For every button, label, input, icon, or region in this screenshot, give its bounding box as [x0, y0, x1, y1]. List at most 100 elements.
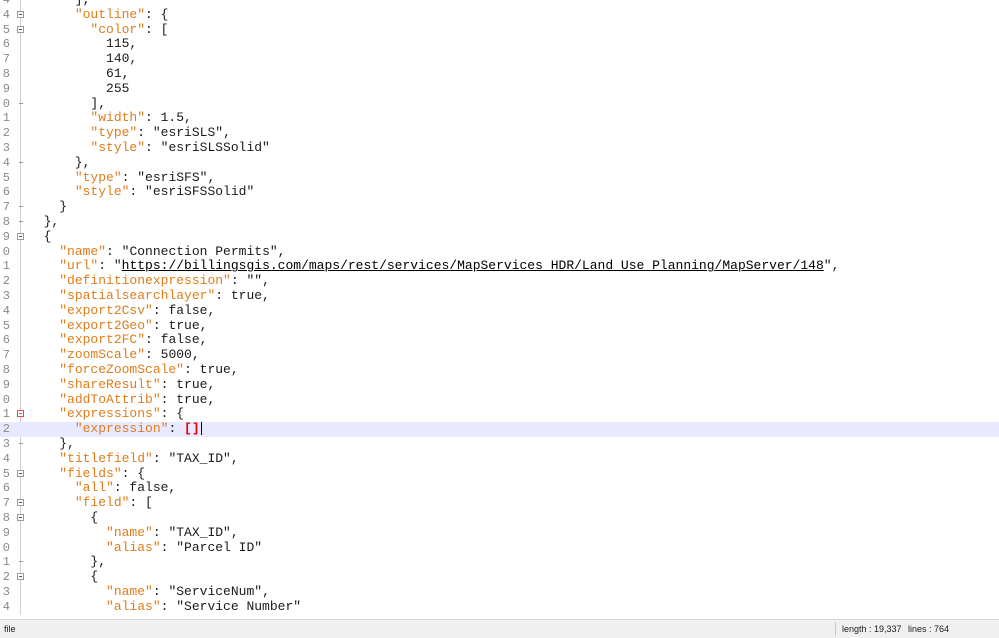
code-punctuation: : { — [160, 406, 185, 422]
text-cursor — [200, 422, 202, 436]
code-line[interactable]: 9 255 — [0, 81, 999, 97]
code-punctuation — [28, 288, 59, 303]
code-line[interactable]: 0 "name": "Connection Permits", — [0, 243, 999, 260]
current-code-line[interactable]: 2 "expression": [] — [0, 421, 999, 437]
code-line[interactable]: 7 "zoomScale": 5000, — [0, 347, 999, 363]
code-punctuation — [28, 406, 59, 421]
code-line[interactable]: 2 { — [0, 569, 999, 585]
line-number: 6 — [2, 481, 10, 496]
code-line[interactable]: 6 "style": "esriSFSSolid" — [0, 184, 999, 200]
code-punctuation: : — [160, 598, 177, 614]
code-line[interactable]: 4 "titlefield": "TAX_ID", — [0, 450, 999, 467]
code-line[interactable]: 8 }, — [0, 214, 999, 230]
fold-end-marker — [19, 102, 23, 104]
code-line[interactable]: 6 "export2FC": false, — [0, 332, 999, 348]
code-line[interactable]: 5 "export2Geo": true, — [0, 318, 999, 334]
json-key: "style" — [90, 140, 146, 155]
code-line[interactable]: 4 "outline": { — [0, 6, 999, 23]
json-string: "Connection Permits" — [121, 243, 278, 259]
code-line[interactable]: 3 "spatialsearchlayer": true, — [0, 288, 999, 304]
fold-toggle-icon[interactable] — [17, 232, 24, 240]
line-number: 0 — [2, 392, 10, 407]
code-line[interactable]: 2 "definitionexpression": "", — [0, 273, 999, 289]
fold-toggle-icon[interactable] — [17, 514, 24, 521]
fold-toggle-icon[interactable] — [17, 499, 24, 507]
code-text: }, — [28, 154, 91, 171]
code-line[interactable]: 4 "alias": "Service Number" — [0, 598, 999, 615]
code-line[interactable]: 1 "expressions": { — [0, 406, 999, 422]
code-line[interactable]: 9 "name": "TAX_ID", — [0, 525, 999, 541]
fold-end-marker — [19, 561, 23, 563]
code-line[interactable]: 9 { — [0, 229, 999, 245]
code-line[interactable]: 4 }, — [0, 154, 999, 171]
json-key: "titlefield" — [59, 450, 153, 466]
code-line[interactable]: 8 { — [0, 510, 999, 526]
code-line[interactable]: 7 140, — [0, 51, 999, 67]
code-line[interactable]: 0 ], — [0, 95, 999, 112]
code-line[interactable]: 0 "alias": "Parcel ID" — [0, 540, 999, 556]
fold-end-marker — [19, 161, 23, 163]
code-editor[interactable]: 4 ],4 "outline": {5 "color": [6 115,7 14… — [0, 0, 999, 615]
fold-toggle-icon[interactable] — [17, 469, 24, 477]
code-line[interactable]: 2 "type": "esriSLS", — [0, 125, 999, 141]
json-key: "type" — [90, 125, 138, 141]
json-key: "addToAttrib" — [59, 391, 161, 407]
fold-toggle-icon[interactable] — [17, 25, 24, 33]
json-string: "esriSFS" — [137, 169, 208, 185]
code-line[interactable]: 3 "name": "ServiceNum", — [0, 584, 999, 600]
code-text: 115, — [28, 36, 137, 52]
fold-toggle-icon[interactable] — [17, 573, 24, 581]
code-punctuation — [28, 599, 106, 614]
line-number: 7 — [2, 52, 10, 67]
code-line[interactable]: 7 "field": [ — [0, 495, 999, 511]
fold-toggle-icon[interactable] — [17, 410, 24, 418]
line-number: 6 — [2, 333, 10, 348]
code-line[interactable]: 3 }, — [0, 436, 999, 452]
code-text: "export2FC": false, — [28, 332, 207, 348]
code-line[interactable]: 1 }, — [0, 554, 999, 570]
code-line[interactable]: 5 "type": "esriSFS", — [0, 169, 999, 186]
code-line[interactable]: 4 "export2Csv": false, — [0, 303, 999, 319]
code-punctuation: : { — [145, 6, 169, 22]
code-line[interactable]: 7 } — [0, 199, 999, 215]
code-line[interactable]: 9 "shareResult": true, — [0, 377, 999, 393]
line-number: 5 — [2, 170, 10, 185]
code-punctuation: , — [262, 584, 270, 599]
code-line[interactable]: 1 "width": 1.5, — [0, 110, 999, 126]
code-punctuation: : [ — [129, 495, 153, 511]
code-punctuation — [28, 421, 75, 436]
code-line[interactable]: 0 "addToAttrib": true, — [0, 391, 999, 408]
code-line[interactable]: 1 "url": "https://billingsgis.com/maps/r… — [0, 258, 999, 274]
json-key: "zoomScale" — [59, 347, 146, 363]
code-line[interactable]: 6 "all": false, — [0, 480, 999, 496]
code-punctuation: }, — [28, 154, 91, 170]
line-number: 1 — [2, 407, 10, 422]
code-text: "expressions": { — [28, 406, 185, 422]
code-punctuation: ], — [28, 95, 107, 111]
json-key: "style" — [74, 184, 130, 200]
code-line[interactable]: 8 61, — [0, 66, 999, 82]
json-key: "width" — [90, 110, 146, 126]
line-number: 0 — [2, 244, 10, 259]
url-link[interactable]: https://billingsgis.com/maps/rest/servic… — [122, 258, 824, 273]
line-number: 1 — [2, 259, 10, 274]
json-string: "ServiceNum" — [168, 584, 263, 599]
code-line[interactable]: 8 "forceZoomScale": true, — [0, 362, 999, 378]
json-key: "expressions" — [59, 406, 161, 422]
code-punctuation: : — [137, 125, 153, 141]
line-number: 4 — [2, 7, 10, 22]
status-divider — [835, 622, 836, 636]
line-number: 9 — [2, 229, 10, 244]
code-text: "style": "esriSLSSolid" — [28, 140, 269, 156]
code-text: "alias": "Service Number" — [28, 598, 301, 615]
line-number: 1 — [2, 555, 10, 570]
code-punctuation: }, — [28, 436, 75, 451]
code-line[interactable]: 5 "fields": { — [0, 466, 999, 482]
code-punctuation: : " — [98, 258, 122, 274]
code-line[interactable]: 3 "style": "esriSLSSolid" — [0, 140, 999, 156]
code-line[interactable]: 5 "color": [ — [0, 22, 999, 38]
code-line[interactable]: 6 115, — [0, 36, 999, 52]
fold-toggle-icon[interactable] — [17, 10, 24, 18]
code-punctuation: : 5000, — [145, 347, 200, 363]
code-punctuation — [28, 170, 75, 185]
